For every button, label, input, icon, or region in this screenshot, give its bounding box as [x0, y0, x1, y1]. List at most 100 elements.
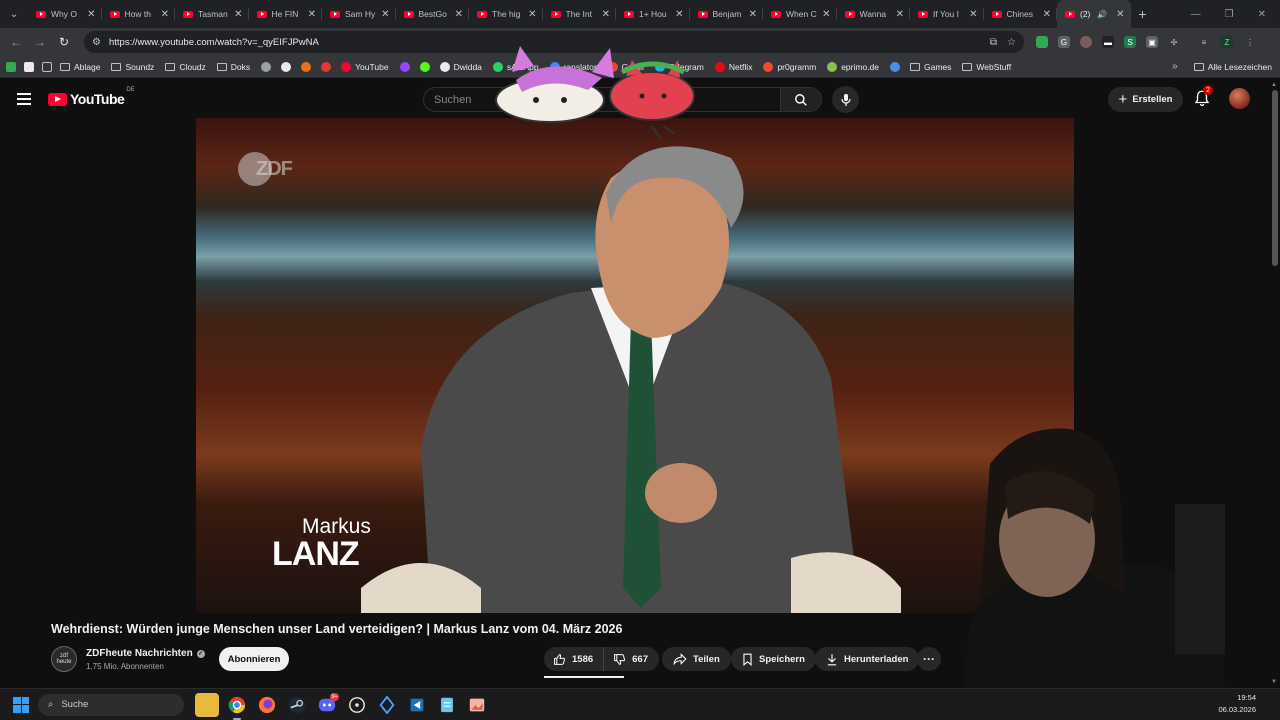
account-avatar[interactable]: [1229, 88, 1250, 109]
close-window-icon[interactable]: ✕: [1258, 9, 1266, 20]
site-info-icon[interactable]: ⚙: [92, 37, 101, 48]
browser-tab[interactable]: Wanna ✕: [837, 0, 911, 28]
bookmark-folder[interactable]: Doks: [216, 62, 250, 72]
chrome-icon[interactable]: [225, 693, 249, 720]
bookmark-folder[interactable]: WebStuff: [962, 62, 1011, 72]
browser-tab[interactable]: Chines ✕: [984, 0, 1058, 28]
bookmark-folder[interactable]: Soundz: [111, 62, 154, 72]
browser-tab[interactable]: The Int ✕: [543, 0, 617, 28]
more-actions-button[interactable]: ···: [917, 647, 941, 671]
bookmark-icon-only[interactable]: [261, 61, 275, 72]
share-button[interactable]: Teilen: [662, 647, 731, 671]
browser-tab[interactable]: He FIN ✕: [249, 0, 323, 28]
bookmark-site[interactable]: eprimo.de: [827, 61, 879, 72]
scroll-down-arrow-icon[interactable]: ▼: [1271, 679, 1277, 685]
browser-tab[interactable]: If You I ✕: [910, 0, 984, 28]
notepad-icon[interactable]: [435, 693, 459, 717]
bookmark-icon-only[interactable]: [399, 61, 414, 72]
tab-close-icon[interactable]: ✕: [234, 9, 242, 20]
tab-search-chevron-icon[interactable]: ⌄: [0, 0, 28, 28]
apps-icon[interactable]: [6, 61, 16, 72]
maximize-icon[interactable]: ❐: [1225, 9, 1234, 20]
all-bookmarks-folder[interactable]: Alle Lesezeichen: [1193, 62, 1272, 72]
grid-icon[interactable]: [42, 61, 52, 72]
tab-close-icon[interactable]: ✕: [1043, 9, 1051, 20]
bookmark-site[interactable]: YouTube: [341, 61, 389, 72]
tab-close-icon[interactable]: ✕: [896, 9, 904, 20]
media-controls-icon[interactable]: ≡: [1198, 36, 1210, 48]
browser-tab[interactable]: When C ✕: [763, 0, 837, 28]
browser-tab[interactable]: Benjam ✕: [690, 0, 764, 28]
browser-tab[interactable]: The hig ✕: [469, 0, 543, 28]
save-button[interactable]: Speichern: [731, 647, 816, 671]
youtube-logo[interactable]: YouTube DE: [48, 87, 135, 107]
channel-name-text[interactable]: ZDFheute Nachrichten: [86, 648, 193, 659]
bookmark-icon-only[interactable]: [890, 61, 904, 72]
channel-name[interactable]: ZDFheute Nachrichten ✓: [86, 648, 205, 659]
subscribe-button[interactable]: Abonnieren: [219, 647, 289, 671]
tab-close-icon[interactable]: ✕: [969, 9, 977, 20]
bookmark-site[interactable]: Netflix: [714, 61, 752, 72]
bookmark-folder[interactable]: Cloudz: [165, 62, 206, 72]
bookmark-icon[interactable]: [24, 61, 34, 72]
bookmark-icon-only[interactable]: [419, 61, 434, 72]
browser-tab[interactable]: Sam Hy ✕: [322, 0, 396, 28]
app-blue-diamond-icon[interactable]: [375, 693, 399, 717]
bookmark-site[interactable]: pr0gramm: [763, 61, 816, 72]
more-bookmarks-icon[interactable]: »: [1172, 61, 1178, 72]
page-scrollbar[interactable]: [1272, 90, 1278, 266]
active-browser-tab[interactable]: (2) 🔊 ✕: [1057, 0, 1131, 28]
browser-tab[interactable]: Tasman ✕: [175, 0, 249, 28]
minimize-icon[interactable]: —: [1191, 9, 1201, 20]
tab-close-icon[interactable]: ✕: [749, 9, 757, 20]
video-player[interactable]: ZDF Markus LANZ: [196, 118, 1074, 613]
firefox-icon[interactable]: [255, 693, 279, 717]
file-explorer-icon[interactable]: [195, 692, 219, 717]
tab-close-icon[interactable]: ✕: [308, 9, 316, 20]
browser-tab[interactable]: How th ✕: [102, 0, 176, 28]
dislike-button[interactable]: 667: [604, 653, 648, 666]
create-button[interactable]: + Erstellen: [1108, 87, 1183, 112]
bookmark-icon-only[interactable]: [301, 61, 315, 72]
extension-icon[interactable]: S: [1124, 36, 1136, 48]
browser-tab[interactable]: Why O ✕: [28, 0, 102, 28]
tab-close-icon[interactable]: ✕: [455, 9, 463, 20]
extension-icon[interactable]: ▬: [1102, 36, 1114, 48]
obs-icon[interactable]: [345, 693, 369, 717]
menu-kebab-icon[interactable]: ⋮: [1244, 36, 1256, 48]
new-tab-button[interactable]: +: [1131, 6, 1155, 22]
bookmark-folder[interactable]: Games: [910, 62, 951, 72]
bookmark-star-icon[interactable]: ☆: [1007, 37, 1016, 48]
download-button[interactable]: Herunterladen: [815, 647, 920, 671]
reload-button[interactable]: ↻: [52, 35, 76, 49]
search-button[interactable]: [781, 87, 822, 112]
voice-search-button[interactable]: [832, 86, 859, 113]
tab-close-icon[interactable]: ✕: [602, 9, 610, 20]
tab-audio-icon[interactable]: 🔊: [1097, 10, 1107, 19]
tab-close-icon[interactable]: ✕: [822, 9, 830, 20]
forward-button[interactable]: →: [28, 35, 52, 49]
extension-icon[interactable]: [1036, 36, 1048, 48]
extension-icon[interactable]: ▣: [1146, 36, 1158, 48]
hamburger-menu-icon[interactable]: [17, 93, 31, 105]
tab-close-icon[interactable]: ✕: [161, 9, 169, 20]
tab-close-icon[interactable]: ✕: [675, 9, 683, 20]
extension-icon[interactable]: [1080, 36, 1092, 48]
tab-close-icon[interactable]: ✕: [87, 9, 95, 20]
bookmark-icon-only[interactable]: [321, 61, 335, 72]
browser-tab[interactable]: 1+ Hou ✕: [616, 0, 690, 28]
like-button[interactable]: 1586: [544, 647, 605, 671]
profile-avatar[interactable]: Z: [1220, 35, 1234, 49]
windows-start-icon[interactable]: [13, 696, 29, 713]
tab-close-icon[interactable]: ✕: [381, 9, 389, 20]
bookmark-site[interactable]: Dwidda: [439, 61, 482, 72]
scroll-up-arrow-icon[interactable]: ▲: [1271, 82, 1277, 88]
vscode-icon[interactable]: [405, 693, 429, 717]
photos-icon[interactable]: [465, 693, 489, 717]
tab-close-icon[interactable]: ✕: [1116, 9, 1124, 20]
back-button[interactable]: ←: [4, 35, 28, 49]
taskbar-search[interactable]: ⌕ Suche: [38, 693, 184, 716]
browser-tab[interactable]: BestGo ✕: [396, 0, 470, 28]
install-app-icon[interactable]: ⧉: [990, 37, 997, 48]
channel-avatar[interactable]: zdf heute: [51, 646, 77, 672]
